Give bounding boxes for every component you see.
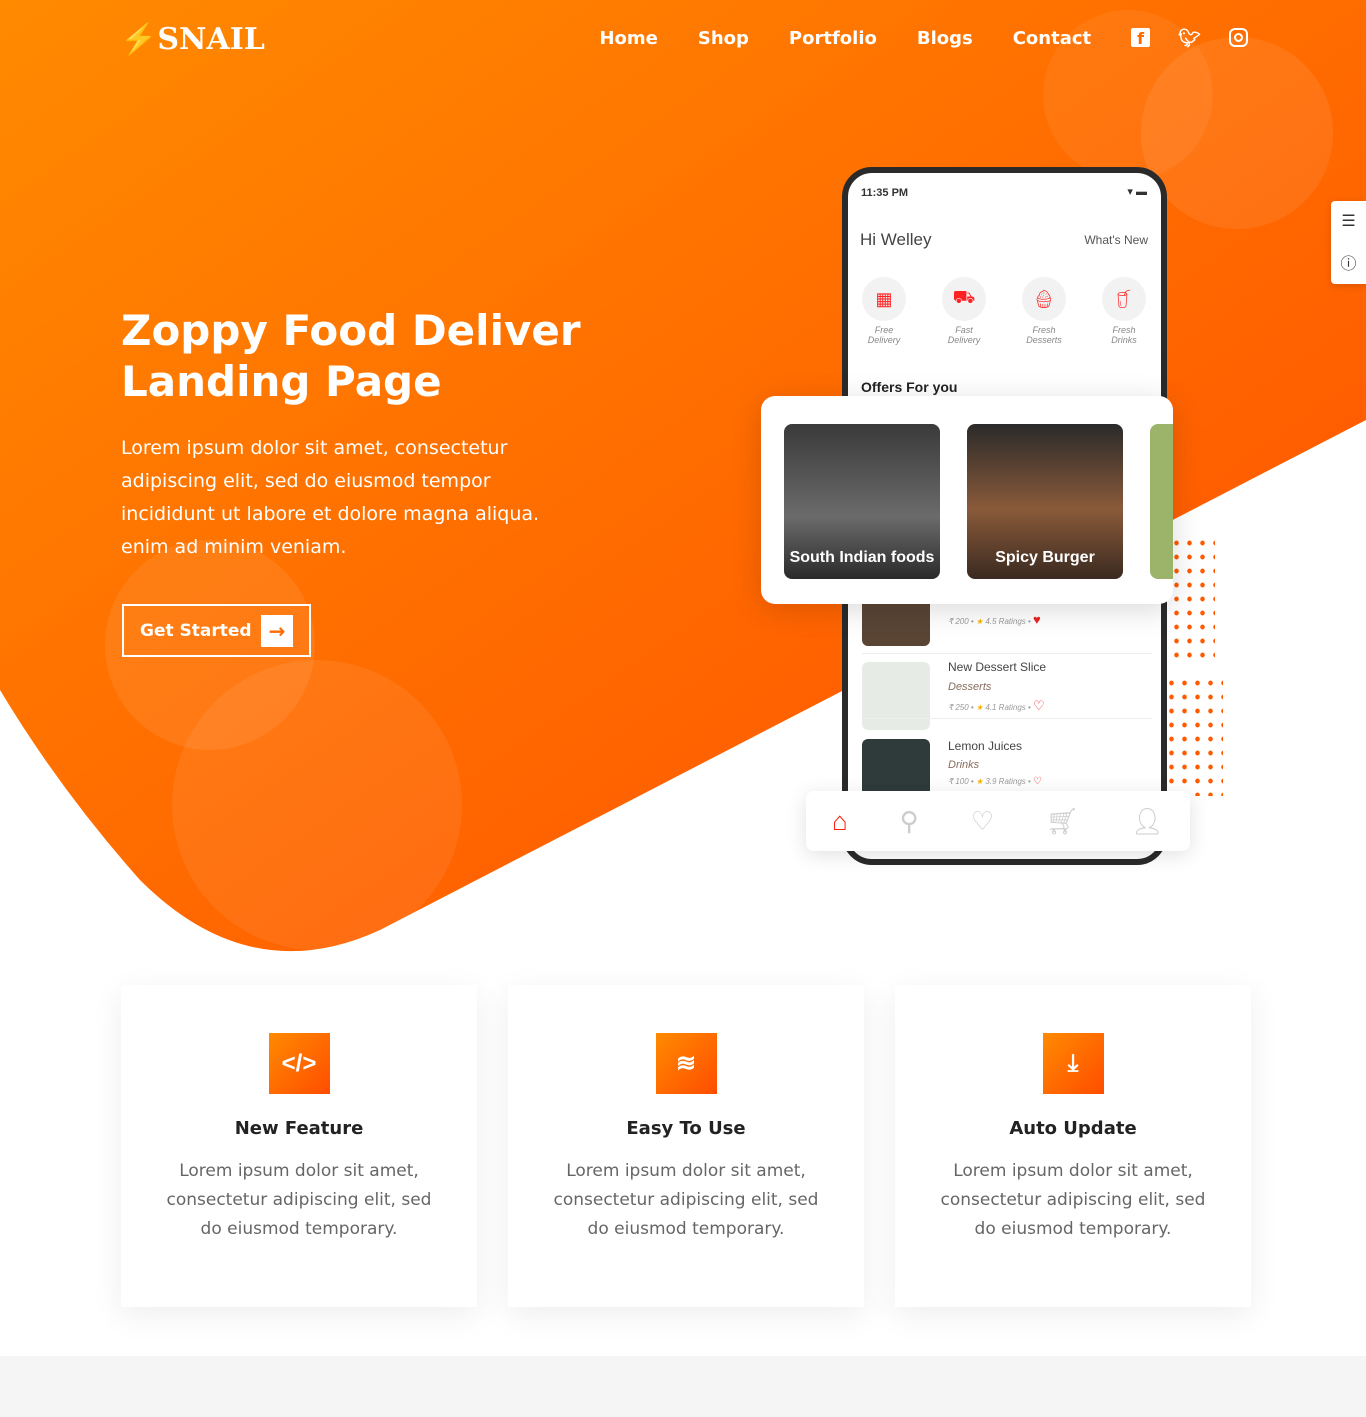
list-item[interactable]: Lemon Juices Drinks ₹ 100 • ★ 3.9 Rating…	[862, 718, 1152, 807]
heart-icon[interactable]: ♡	[971, 806, 994, 837]
feature-card: ⤓ Auto Update Lorem ipsum dolor sit amet…	[895, 985, 1251, 1307]
download-icon: ⤓	[1042, 1033, 1104, 1094]
nav-home[interactable]: Home	[599, 28, 657, 49]
offer-card[interactable]	[1150, 424, 1173, 579]
cupcake-icon: 🧁︎	[1022, 277, 1066, 321]
greeting: Hi Welley	[860, 230, 932, 249]
status-time: 11:35 PM	[861, 187, 909, 199]
logo[interactable]: ⚡ SNAIL	[120, 22, 265, 57]
offer-card[interactable]: Spicy Burger	[967, 424, 1123, 579]
nav-portfolio[interactable]: Portfolio	[789, 28, 877, 49]
feature-card: </> New Feature Lorem ipsum dolor sit am…	[121, 985, 477, 1307]
feature-card: ≋ Easy To Use Lorem ipsum dolor sit amet…	[508, 985, 864, 1307]
home-icon[interactable]: ⌂	[832, 806, 848, 837]
drink-icon: 🥤︎	[1102, 277, 1146, 321]
heart-filled-icon: ♥	[1033, 612, 1041, 627]
nav-contact[interactable]: Contact	[1013, 28, 1091, 49]
food-image	[862, 662, 930, 730]
hero-title: Zoppy Food Deliver Landing Page	[121, 306, 581, 406]
footer-band	[0, 1356, 1366, 1417]
category-fresh-drinks[interactable]: 🥤︎ Fresh Drinks	[1099, 277, 1149, 345]
settings-sliders-icon[interactable]: ☰	[1341, 211, 1355, 231]
category-fast-delivery[interactable]: ⛟ Fast Delivery	[939, 277, 989, 345]
category-fresh-desserts[interactable]: 🧁︎ Fresh Desserts	[1019, 277, 1069, 345]
facebook-icon[interactable]: f	[1131, 28, 1151, 48]
nav-shop[interactable]: Shop	[698, 28, 749, 49]
cart-icon[interactable]: 🛒︎	[1046, 806, 1079, 837]
user-icon[interactable]: 👤︎	[1131, 806, 1164, 837]
offers-carousel: South Indian foods Spicy Burger	[761, 396, 1173, 604]
truck-icon: ⛟	[942, 277, 986, 321]
arrow-right-icon: →	[261, 614, 293, 647]
code-icon: </>	[268, 1033, 330, 1094]
heart-outline-icon: ♡	[1033, 776, 1043, 787]
hero-text: Lorem ipsum dolor sit amet, consectetur …	[121, 437, 540, 558]
nav-blogs[interactable]: Blogs	[917, 28, 973, 49]
heart-outline-icon: ♡	[1033, 698, 1045, 713]
help-icon[interactable]: ⓘ	[1340, 250, 1356, 274]
list-item[interactable]: New Dessert Slice Desserts ₹ 250 • ★ 4.1…	[862, 653, 1152, 730]
offer-card[interactable]: South Indian foods	[784, 424, 940, 579]
whats-new-link[interactable]: What's New	[1084, 233, 1148, 247]
main-nav: Home Shop Portfolio Blogs Contact f 🐦︎	[599, 28, 1248, 49]
twitter-icon[interactable]: 🐦︎	[1178, 28, 1201, 49]
bolt-icon: ⚡	[120, 22, 158, 57]
layers-icon: ≋	[655, 1033, 717, 1094]
get-started-button[interactable]: Get Started →	[122, 604, 311, 657]
status-icons: ▾ ▬	[1127, 186, 1147, 198]
dots-decoration	[1165, 676, 1223, 796]
side-widget: ☰ ⓘ	[1331, 201, 1366, 284]
category-free-delivery[interactable]: ▦ Free Delivery	[859, 277, 909, 345]
dots-decoration	[1170, 536, 1215, 666]
offers-title: Offers For you	[861, 379, 958, 395]
bottom-tab-bar: ⌂ ⚲ ♡ 🛒︎ 👤︎	[806, 791, 1190, 851]
calendar-icon: ▦	[862, 277, 906, 321]
search-icon[interactable]: ⚲	[900, 806, 919, 837]
instagram-icon[interactable]	[1229, 28, 1248, 47]
